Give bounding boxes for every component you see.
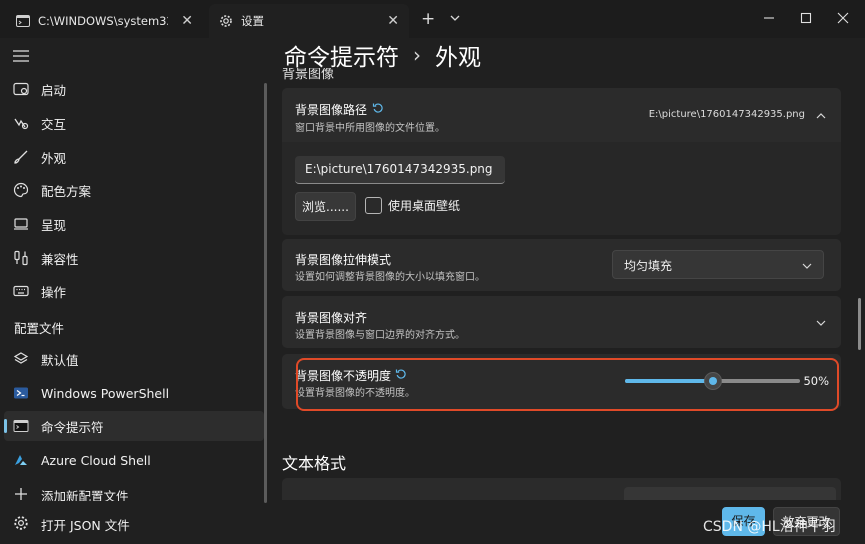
bg-path-title: 背景图像路径 bbox=[295, 103, 368, 117]
section-heading-background: 背景图像 bbox=[282, 68, 335, 80]
layers-icon bbox=[13, 352, 29, 364]
stretch-mode-subtitle: 设置如何调整背景图像的大小以填充窗口。 bbox=[295, 272, 485, 283]
sidebar-item-appearance[interactable]: 外观 bbox=[4, 142, 264, 172]
sidebar-item-label: 命令提示符 bbox=[41, 419, 104, 435]
stretch-mode-value: 均匀填充 bbox=[624, 259, 673, 273]
watermark: CSDN @HL洛神千羽 bbox=[703, 519, 836, 535]
bg-path-input[interactable]: E:\picture\1760147342935.png bbox=[295, 156, 505, 184]
sidebar-item-azure[interactable]: Azure Cloud Shell bbox=[4, 445, 264, 475]
chevron-down-icon[interactable] bbox=[815, 317, 827, 329]
stretch-mode-select[interactable]: 均匀填充 bbox=[612, 250, 824, 279]
chevron-down-icon[interactable] bbox=[448, 11, 462, 25]
hamburger-menu-icon[interactable] bbox=[12, 49, 30, 63]
sidebar-item-label: 外观 bbox=[41, 150, 67, 166]
close-window-icon[interactable] bbox=[834, 9, 852, 27]
use-wallpaper-checkbox[interactable] bbox=[365, 197, 382, 214]
sidebar-item-label: Windows PowerShell bbox=[41, 385, 170, 401]
tab-settings[interactable]: 设置 ✕ bbox=[209, 4, 409, 38]
bg-path-value: E:\picture\1760147342935.png bbox=[648, 109, 805, 120]
page-title: 外观 bbox=[435, 45, 481, 71]
monitor-icon bbox=[14, 218, 28, 230]
cmd-icon bbox=[13, 420, 29, 432]
sidebar-item-powershell[interactable]: Windows PowerShell bbox=[4, 378, 264, 408]
bg-path-expanded: E:\picture\1760147342935.png 浏览...... 使用… bbox=[282, 142, 841, 235]
powershell-icon bbox=[14, 387, 28, 399]
sidebar-item-command-prompt[interactable]: 命令提示符 bbox=[4, 411, 264, 441]
close-icon[interactable]: ✕ bbox=[387, 13, 399, 29]
bg-path-subtitle: 窗口背景中所用图像的文件位置。 bbox=[295, 123, 445, 134]
sidebar-item-label: 兼容性 bbox=[41, 251, 79, 267]
tab-cmd-label: C:\WINDOWS\system32\cmd.e bbox=[38, 14, 168, 28]
sidebar-item-label: 配色方案 bbox=[41, 183, 92, 199]
open-json-label: 打开 JSON 文件 bbox=[41, 518, 130, 533]
brush-icon bbox=[14, 150, 28, 164]
sidebar-item-compatibility[interactable]: 兼容性 bbox=[4, 243, 264, 273]
browse-button[interactable]: 浏览...... bbox=[295, 192, 356, 221]
startup-icon bbox=[13, 82, 29, 96]
tab-settings-label: 设置 bbox=[241, 14, 264, 28]
minimize-icon[interactable] bbox=[760, 9, 778, 27]
sidebar-item-label: 交互 bbox=[41, 116, 67, 132]
section-heading-text-format: 文本格式 bbox=[282, 454, 347, 473]
stretch-mode-title: 背景图像拉伸模式 bbox=[295, 253, 392, 267]
interaction-icon bbox=[14, 118, 29, 130]
gear-icon bbox=[14, 516, 28, 530]
reset-icon[interactable] bbox=[372, 102, 384, 114]
breadcrumb-separator: › bbox=[413, 43, 421, 67]
sidebar-item-defaults[interactable]: 默认值 bbox=[4, 344, 264, 374]
chevron-down-icon bbox=[802, 263, 812, 269]
close-icon[interactable]: ✕ bbox=[181, 13, 193, 29]
bg-path-card[interactable]: 背景图像路径 窗口背景中所用图像的文件位置。 E:\picture\176014… bbox=[282, 88, 841, 142]
sidebar-item-label: 默认值 bbox=[41, 352, 79, 368]
tab-cmd[interactable]: C:\WINDOWS\system32\cmd.e ✕ bbox=[6, 4, 203, 38]
alignment-subtitle: 设置背景图像与窗口边界的对齐方式。 bbox=[295, 330, 465, 341]
stretch-mode-card: 背景图像拉伸模式 设置如何调整背景图像的大小以填充窗口。 均匀填充 bbox=[282, 239, 841, 291]
sidebar-item-color-schemes[interactable]: 配色方案 bbox=[4, 175, 264, 205]
sidebar-item-add-profile[interactable]: 添加新配置文件 bbox=[4, 479, 264, 501]
azure-icon bbox=[15, 455, 27, 465]
breadcrumb-parent[interactable]: 命令提示符 bbox=[284, 38, 399, 72]
open-json-button[interactable]: 打开 JSON 文件 bbox=[4, 508, 264, 538]
sidebar-item-label: 启动 bbox=[41, 82, 67, 98]
sidebar-item-actions[interactable]: 操作 bbox=[4, 276, 264, 306]
sidebar-item-label: Azure Cloud Shell bbox=[41, 452, 151, 468]
sidebar-item-label: 呈现 bbox=[41, 217, 67, 233]
sidebar-item-interaction[interactable]: 交互 bbox=[4, 108, 264, 138]
keyboard-icon bbox=[13, 285, 29, 297]
highlight-annotation bbox=[296, 358, 839, 411]
breadcrumb: 命令提示符 › 外观 bbox=[284, 38, 481, 72]
terminal-icon bbox=[16, 15, 30, 27]
alignment-title: 背景图像对齐 bbox=[295, 311, 368, 325]
gear-icon bbox=[220, 15, 232, 27]
sidebar-item-label: 操作 bbox=[41, 284, 67, 300]
alignment-card[interactable]: 背景图像对齐 设置背景图像与窗口边界的对齐方式。 bbox=[282, 296, 841, 348]
sidebar-item-rendering[interactable]: 呈现 bbox=[4, 209, 264, 239]
compatibility-icon bbox=[14, 250, 28, 266]
profiles-section-label: 配置文件 bbox=[14, 321, 65, 336]
sidebar-item-startup[interactable]: 启动 bbox=[4, 74, 264, 104]
maximize-icon[interactable] bbox=[797, 9, 815, 27]
use-wallpaper-label: 使用桌面壁纸 bbox=[388, 199, 461, 213]
title-bar: C:\WINDOWS\system32\cmd.e ✕ 设置 ✕ + bbox=[0, 0, 865, 38]
sidebar: 启动 交互 外观 配色方案 呈现 兼容性 操作 配置文件 默认值 Windows… bbox=[0, 38, 268, 544]
plus-icon bbox=[15, 488, 27, 500]
sidebar-item-label: 添加新配置文件 bbox=[41, 489, 129, 501]
chevron-up-icon[interactable] bbox=[815, 110, 827, 122]
new-tab-button[interactable]: + bbox=[421, 10, 435, 28]
main-scrollbar[interactable] bbox=[858, 298, 861, 350]
palette-icon bbox=[13, 182, 29, 198]
sidebar-scrollbar[interactable] bbox=[264, 83, 267, 503]
